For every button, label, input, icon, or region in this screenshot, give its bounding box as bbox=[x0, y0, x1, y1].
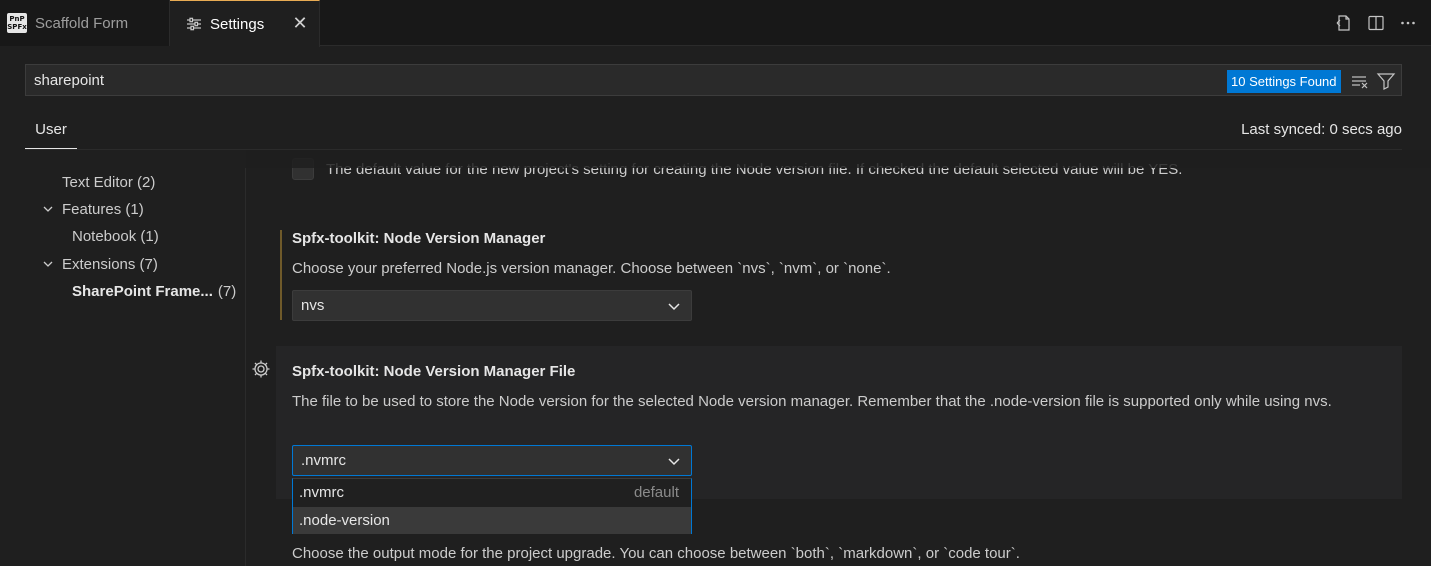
setting-description: The file to be used to store the Node ve… bbox=[292, 393, 1332, 410]
close-icon[interactable]: ✕ bbox=[291, 14, 309, 32]
setting-title: Spfx-toolkit: Node Version Manager bbox=[292, 230, 546, 247]
editor-tab-bar: PnP SPFx Scaffold Form Settings ✕ bbox=[0, 0, 1431, 47]
node-version-manager-file-select[interactable]: .nvmrc bbox=[292, 445, 692, 476]
toc-item-features[interactable]: Features (1) bbox=[42, 197, 144, 221]
pnp-spfx-logo-icon: PnP SPFx bbox=[7, 13, 27, 33]
gear-icon[interactable] bbox=[251, 359, 271, 379]
setting-title: Spfx-toolkit: Node Version Manager File bbox=[292, 363, 576, 380]
settings-list: The default value for the new project's … bbox=[246, 150, 1431, 566]
settings-found-badge: 10 Settings Found bbox=[1227, 70, 1341, 93]
chevron-down-icon bbox=[668, 458, 680, 466]
toc-item-extensions[interactable]: Extensions (7) bbox=[42, 252, 158, 276]
tab-scaffold-form[interactable]: PnP SPFx Scaffold Form bbox=[0, 0, 170, 46]
tab-settings[interactable]: Settings ✕ bbox=[170, 0, 320, 47]
more-actions-icon[interactable] bbox=[1399, 14, 1417, 32]
open-settings-json-icon[interactable] bbox=[1335, 14, 1353, 32]
chevron-down-icon bbox=[43, 206, 53, 212]
modified-indicator bbox=[280, 230, 282, 320]
select-value: nvs bbox=[301, 297, 325, 314]
chevron-down-icon bbox=[43, 261, 53, 267]
dropdown-option[interactable]: .nvmrc default bbox=[293, 479, 691, 506]
toc-item-text-editor[interactable]: Text Editor (2) bbox=[62, 170, 155, 194]
dropdown-option[interactable]: .node-version bbox=[293, 507, 691, 534]
tab-label: Scaffold Form bbox=[35, 14, 129, 32]
split-editor-icon[interactable] bbox=[1367, 14, 1385, 32]
settings-search-input[interactable]: sharepoint 10 Settings Found bbox=[25, 64, 1402, 96]
settings-sliders-icon bbox=[187, 17, 201, 31]
clear-filter-icon[interactable] bbox=[1350, 71, 1370, 91]
editor-actions bbox=[1335, 14, 1417, 32]
tab-label: Settings bbox=[210, 15, 265, 33]
setting-description: Choose your preferred Node.js version ma… bbox=[292, 260, 891, 277]
filter-icon[interactable] bbox=[1376, 71, 1396, 91]
tab-user-settings[interactable]: User bbox=[25, 112, 77, 149]
node-version-manager-select[interactable]: nvs bbox=[292, 290, 692, 321]
select-dropdown-list: .nvmrc default .node-version bbox=[292, 478, 692, 534]
search-value: sharepoint bbox=[34, 72, 105, 89]
select-value: .nvmrc bbox=[301, 452, 346, 469]
chevron-down-icon bbox=[668, 303, 680, 311]
sticky-header-mask bbox=[246, 150, 1431, 168]
toc-item-sharepoint-framework[interactable]: SharePoint Frame... (7) bbox=[72, 279, 236, 303]
default-tag: default bbox=[633, 484, 679, 501]
setting-description: Choose the output mode for the project u… bbox=[292, 545, 1020, 562]
last-synced-status: Last synced: 0 secs ago bbox=[1241, 121, 1402, 138]
toc-item-notebook[interactable]: Notebook (1) bbox=[72, 224, 159, 248]
